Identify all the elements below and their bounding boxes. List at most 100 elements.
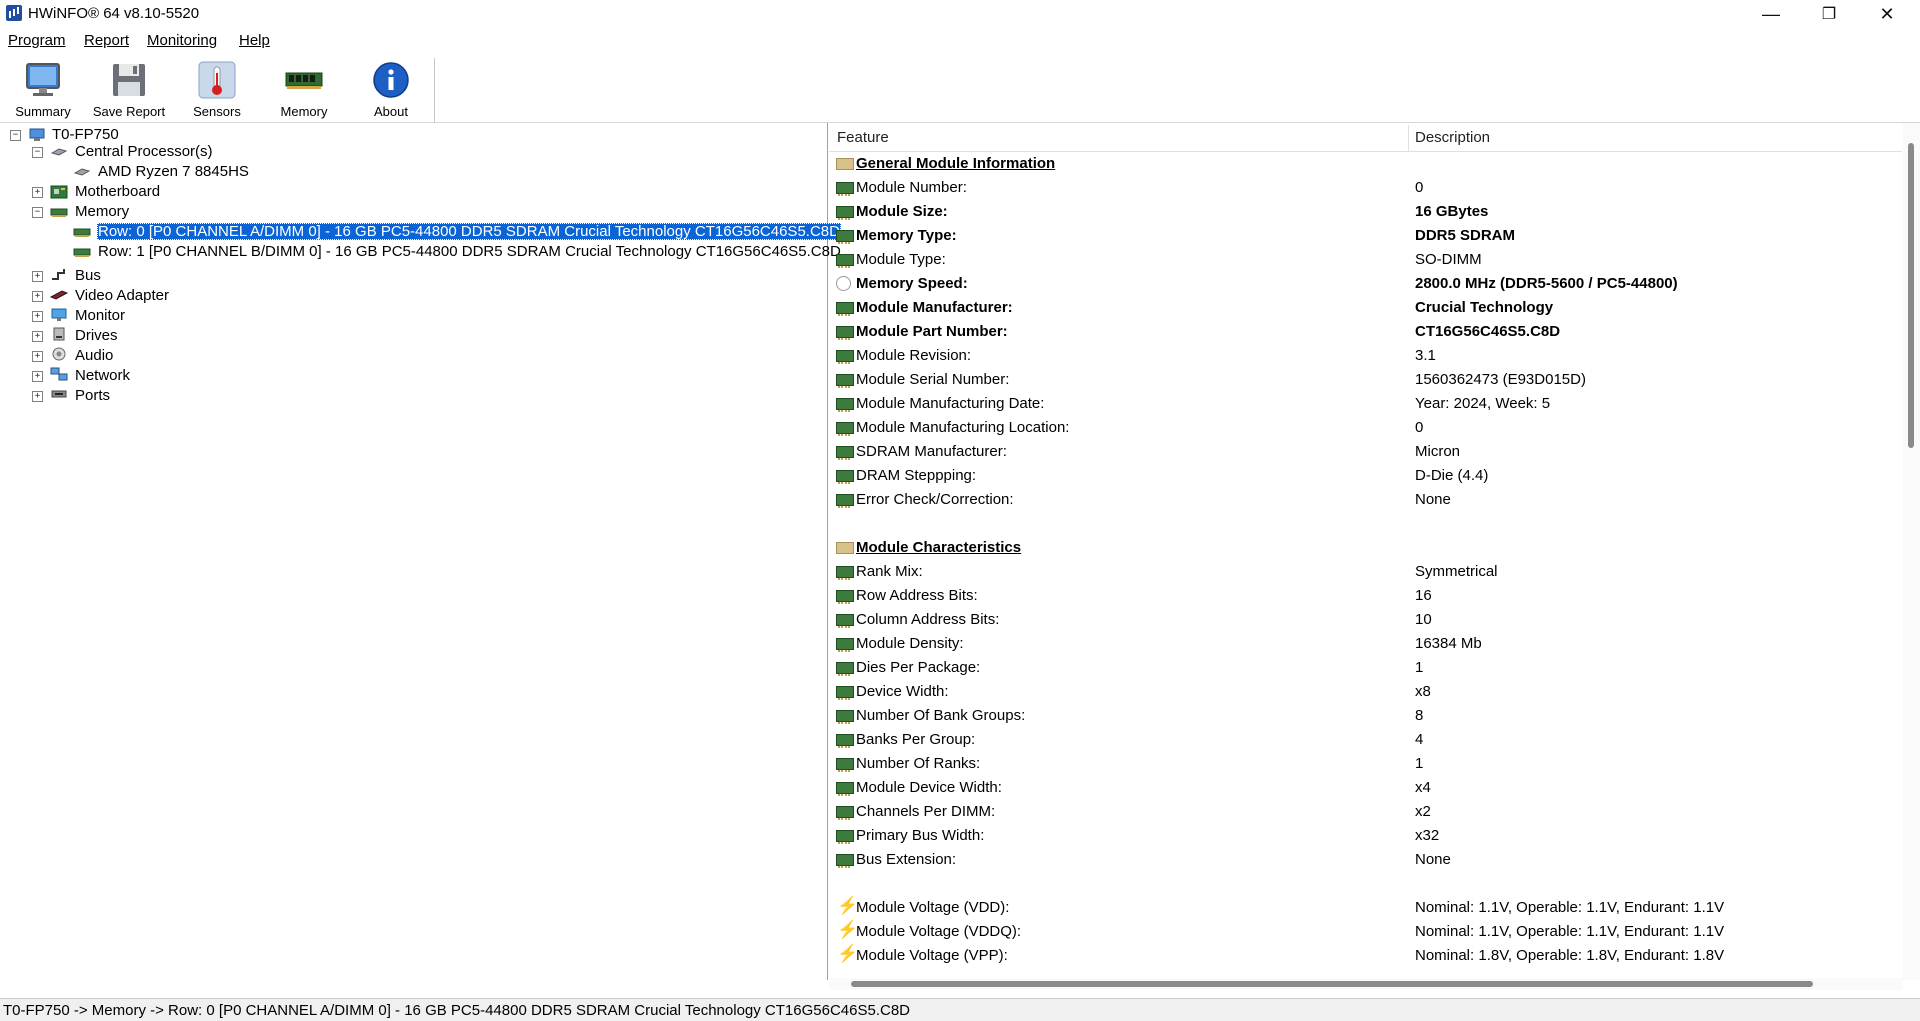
column-header-feature[interactable]: Feature — [837, 129, 889, 146]
feature-cell: Column Address Bits: — [856, 611, 1000, 628]
description-cell: CT16G56C46S5.C8D — [1415, 323, 1561, 340]
collapse-toggle[interactable]: − — [32, 147, 43, 158]
list-row[interactable]: Memory Type: DDR5 SDRAM — [829, 224, 1902, 248]
list-row[interactable]: Rank Mix: Symmetrical — [829, 560, 1902, 584]
description-cell: x4 — [1415, 779, 1431, 796]
title-bar: HWiNFO® 64 v8.10-5520 — ❐ ✕ — [0, 0, 1920, 28]
status-bar: T0-FP750 -> Memory -> Row: 0 [P0 CHANNEL… — [0, 998, 1920, 1021]
list-row[interactable]: ⚡ Module Voltage (VDD): Nominal: 1.1V, Ope… — [829, 896, 1902, 920]
about-button[interactable]: About — [348, 58, 434, 120]
tree-node-motherboard[interactable]: Motherboard — [75, 182, 160, 202]
list-row[interactable]: Device Width: x8 — [829, 680, 1902, 704]
device-tree[interactable]: − T0-FP750 − Central Processor(s) AMD Ry… — [0, 123, 841, 980]
menu-bar: Program Report Monitoring Help — [0, 28, 1920, 54]
section-header-row[interactable]: General Module Information — [829, 152, 1902, 176]
list-row[interactable]: Module Device Width: x4 — [829, 776, 1902, 800]
list-row[interactable]: Banks Per Group: 4 — [829, 728, 1902, 752]
list-row[interactable]: Module Serial Number: 1560362473 (E93D015… — [829, 368, 1902, 392]
feature-cell: Module Voltage (VDD): — [856, 899, 1010, 916]
expand-toggle[interactable]: + — [32, 391, 43, 402]
list-row[interactable]: Module Manufacturer: Crucial Technology — [829, 296, 1902, 320]
feature-cell: Bus Extension: — [856, 851, 957, 868]
tree-node-video-adapter[interactable]: Video Adapter — [75, 286, 169, 306]
section-header-row[interactable]: Module Characteristics — [829, 536, 1902, 560]
sensors-button[interactable]: Sensors — [174, 58, 260, 120]
tree-node-audio[interactable]: Audio — [75, 346, 113, 366]
expand-toggle[interactable]: + — [32, 187, 43, 198]
feature-cell: Module Number: — [856, 179, 967, 196]
menu-monitoring[interactable]: Monitoring — [147, 32, 217, 49]
ram-module-icon — [836, 734, 854, 748]
list-row[interactable]: SDRAM Manufacturer: Micron — [829, 440, 1902, 464]
section-icon — [836, 542, 854, 554]
ram-module-icon — [836, 206, 854, 220]
list-row[interactable]: Dies Per Package: 1 — [829, 656, 1902, 680]
list-row[interactable]: Primary Bus Width: x32 — [829, 824, 1902, 848]
ram-module-icon — [836, 374, 854, 388]
save-report-button[interactable]: Save Report — [86, 58, 172, 120]
list-row[interactable]: Channels Per DIMM: x2 — [829, 800, 1902, 824]
menu-report[interactable]: Report — [84, 32, 129, 49]
feature-cell: Module Manufacturer: — [856, 299, 1013, 316]
list-row[interactable]: Module Number: 0 — [829, 176, 1902, 200]
list-row[interactable]: Module Manufacturing Location: 0 — [829, 416, 1902, 440]
list-row[interactable]: Module Type: SO-DIMM — [829, 248, 1902, 272]
tree-node-bus[interactable]: Bus — [75, 266, 101, 286]
expand-toggle[interactable]: + — [32, 291, 43, 302]
tree-node-memory-row-0[interactable]: Row: 0 [P0 CHANNEL A/DIMM 0] - 16 GB PC5… — [97, 222, 841, 242]
thermometer-icon — [198, 61, 236, 99]
list-row[interactable]: ⚡ Module Voltage (VPP): Nominal: 1.8V, Ope… — [829, 944, 1902, 968]
list-row[interactable]: Module Part Number: CT16G56C46S5.C8D — [829, 320, 1902, 344]
tree-node-drives[interactable]: Drives — [75, 326, 118, 346]
vertical-scrollbar[interactable] — [1903, 123, 1920, 980]
tree-node-memory[interactable]: Memory — [75, 202, 129, 222]
ram-module-icon — [836, 638, 854, 652]
expand-toggle[interactable]: + — [32, 371, 43, 382]
tree-node-ports[interactable]: Ports — [75, 386, 110, 406]
memory-button[interactable]: Memory — [261, 58, 347, 120]
description-cell: D-Die (4.4) — [1415, 467, 1489, 484]
list-row[interactable]: Number Of Ranks: 1 — [829, 752, 1902, 776]
list-row[interactable]: Memory Speed: 2800.0 MHz (DDR5-5600 / PC5… — [829, 272, 1902, 296]
list-row[interactable]: Number Of Bank Groups: 8 — [829, 704, 1902, 728]
description-cell: 16 — [1415, 587, 1432, 604]
expand-toggle[interactable]: + — [32, 331, 43, 342]
tree-node-central-processors[interactable]: Central Processor(s) — [75, 142, 213, 162]
horizontal-scroll-thumb[interactable] — [851, 981, 1813, 987]
list-row[interactable]: Error Check/Correction: None — [829, 488, 1902, 512]
list-row[interactable]: Column Address Bits: 10 — [829, 608, 1902, 632]
horizontal-scrollbar[interactable] — [829, 978, 1903, 990]
summary-button[interactable]: Summary — [0, 58, 86, 120]
list-row[interactable]: Module Manufacturing Date: Year: 2024, We… — [829, 392, 1902, 416]
tree-node-network[interactable]: Network — [75, 366, 130, 386]
column-header-description[interactable]: Description — [1415, 129, 1490, 146]
menu-program[interactable]: Program — [8, 32, 66, 49]
close-button[interactable]: ✕ — [1858, 0, 1916, 28]
tree-node-memory-row-1[interactable]: Row: 1 [P0 CHANNEL B/DIMM 0] - 16 GB PC5… — [98, 242, 841, 262]
minimize-button[interactable]: — — [1742, 0, 1800, 28]
column-divider[interactable] — [1408, 125, 1409, 151]
feature-cell: Banks Per Group: — [856, 731, 976, 748]
description-cell: 16384 Mb — [1415, 635, 1482, 652]
list-row[interactable]: Module Density: 16384 Mb — [829, 632, 1902, 656]
feature-cell: Number Of Ranks: — [856, 755, 981, 772]
list-row[interactable]: Row Address Bits: 16 — [829, 584, 1902, 608]
expand-toggle[interactable]: + — [32, 351, 43, 362]
feature-list[interactable]: Feature Description General Module Infor… — [829, 123, 1920, 980]
clock-icon — [836, 276, 851, 291]
menu-help[interactable]: Help — [239, 32, 270, 49]
maximize-button[interactable]: ❐ — [1800, 0, 1858, 28]
bus-icon — [52, 269, 65, 280]
collapse-toggle[interactable]: − — [10, 130, 21, 141]
list-row[interactable]: Bus Extension: None — [829, 848, 1902, 872]
expand-toggle[interactable]: + — [32, 271, 43, 282]
list-row[interactable]: Module Size: 16 GBytes — [829, 200, 1902, 224]
vertical-scroll-thumb[interactable] — [1908, 143, 1914, 448]
tree-node-monitor[interactable]: Monitor — [75, 306, 125, 326]
list-row[interactable]: ⚡ Module Voltage (VDDQ): Nominal: 1.1V, Op… — [829, 920, 1902, 944]
list-row[interactable]: DRAM Steppping: D-Die (4.4) — [829, 464, 1902, 488]
tree-node-cpu-model[interactable]: AMD Ryzen 7 8845HS — [98, 162, 249, 182]
expand-toggle[interactable]: + — [32, 311, 43, 322]
list-row[interactable]: Module Revision: 3.1 — [829, 344, 1902, 368]
collapse-toggle[interactable]: − — [32, 207, 43, 218]
